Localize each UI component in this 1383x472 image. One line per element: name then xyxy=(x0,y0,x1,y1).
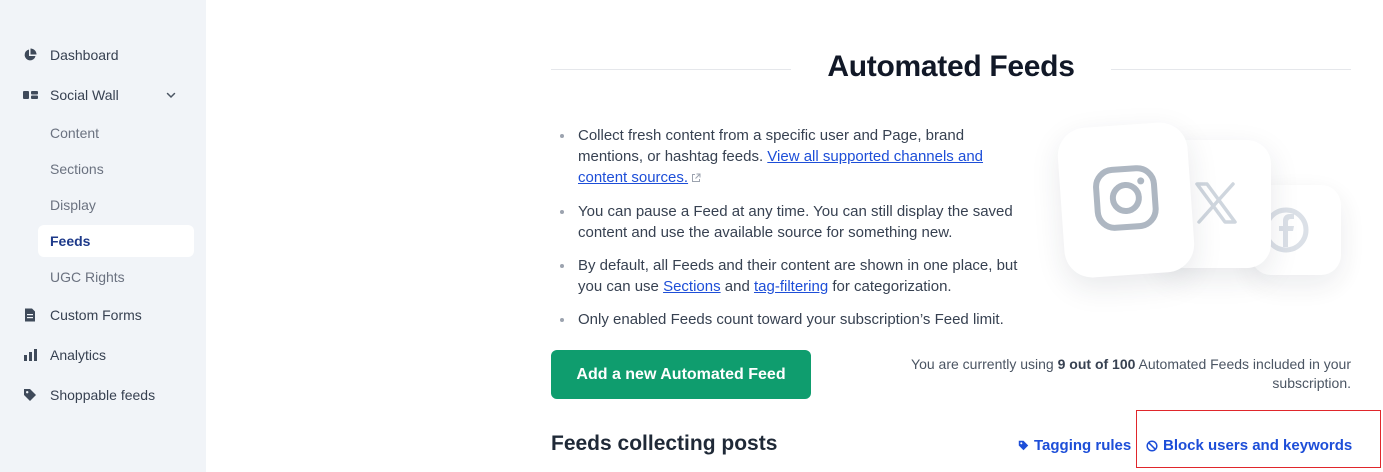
bullet-text: and xyxy=(724,277,750,295)
bar-chart-icon xyxy=(22,347,38,363)
sidebar-item-label: Shoppable feeds xyxy=(50,387,156,403)
sidebar-subitem-label: Feeds xyxy=(50,233,91,249)
sidebar-item-label: Dashboard xyxy=(50,47,119,63)
sections-link[interactable]: Sections xyxy=(663,278,721,295)
instagram-card xyxy=(1055,120,1197,280)
section-heading: Feeds collecting posts xyxy=(551,432,778,455)
tag-filtering-link[interactable]: tag-filtering xyxy=(754,278,828,295)
sidebar-subitem-sections[interactable]: Sections xyxy=(38,153,194,185)
page-title: Automated Feeds xyxy=(827,50,1075,83)
list-item: By default, all Feeds and their content … xyxy=(556,255,1026,297)
list-item: Only enabled Feeds count toward your sub… xyxy=(556,309,1026,330)
x-icon xyxy=(1193,180,1239,231)
sidebar-item-label: Analytics xyxy=(50,347,107,363)
pie-chart-icon xyxy=(22,47,38,63)
sidebar-subitem-ugc-rights[interactable]: UGC Rights xyxy=(38,261,194,293)
usage-info: You are currently using 9 out of 100 Aut… xyxy=(886,355,1351,393)
sidebar-item-dashboard[interactable]: Dashboard xyxy=(16,39,194,71)
sidebar-item-label: Custom Forms xyxy=(50,307,142,323)
tagging-rules-label: Tagging rules xyxy=(1034,437,1132,454)
sidebar-subitem-label: UGC Rights xyxy=(50,269,125,285)
sidebar-item-social-wall[interactable]: Social Wall xyxy=(16,79,194,111)
list-item: Collect fresh content from a specific us… xyxy=(556,125,1026,189)
instagram-icon xyxy=(1091,163,1162,238)
document-icon xyxy=(22,307,38,323)
sidebar-subitem-display[interactable]: Display xyxy=(38,189,194,221)
bullet-text: for categorization. xyxy=(832,277,952,295)
sidebar-subitem-content[interactable]: Content xyxy=(38,117,194,149)
external-link-icon xyxy=(691,168,701,189)
sidebar-subitem-feeds[interactable]: Feeds xyxy=(38,225,194,257)
sidebar-item-label: Social Wall xyxy=(50,87,119,103)
sidebar-subitem-label: Sections xyxy=(50,161,104,177)
chevron-down-icon[interactable] xyxy=(164,88,178,102)
tagging-rules-link[interactable]: Tagging rules xyxy=(1018,437,1131,454)
add-automated-feed-button[interactable]: Add a new Automated Feed xyxy=(551,350,811,399)
tag-icon xyxy=(1018,440,1029,451)
title-row: Automated Feeds xyxy=(551,50,1351,90)
usage-text: Automated Feeds included in your subscri… xyxy=(1138,356,1351,391)
bullet-text: You can pause a Feed at any time. You ca… xyxy=(578,202,1013,241)
highlight-box xyxy=(1136,410,1381,468)
list-item: You can pause a Feed at any time. You ca… xyxy=(556,201,1026,243)
tag-icon xyxy=(22,387,38,403)
bullet-text: Only enabled Feeds count toward your sub… xyxy=(578,310,1004,328)
info-list: Collect fresh content from a specific us… xyxy=(556,125,1026,342)
layout-icon xyxy=(22,87,38,103)
usage-count: 9 out of 100 xyxy=(1057,356,1136,372)
usage-text: You are currently using xyxy=(911,356,1054,372)
sidebar-item-custom-forms[interactable]: Custom Forms xyxy=(16,299,194,331)
sidebar-item-analytics[interactable]: Analytics xyxy=(16,339,194,371)
sidebar: Dashboard Social Wall Content Sections D… xyxy=(0,0,206,472)
sidebar-subitem-label: Display xyxy=(50,197,96,213)
main-content: Automated Feeds Collect fresh content fr… xyxy=(206,0,1383,472)
sidebar-subitem-label: Content xyxy=(50,125,100,141)
social-illustration xyxy=(1051,120,1351,290)
sidebar-item-shoppable-feeds[interactable]: Shoppable feeds xyxy=(16,379,194,411)
